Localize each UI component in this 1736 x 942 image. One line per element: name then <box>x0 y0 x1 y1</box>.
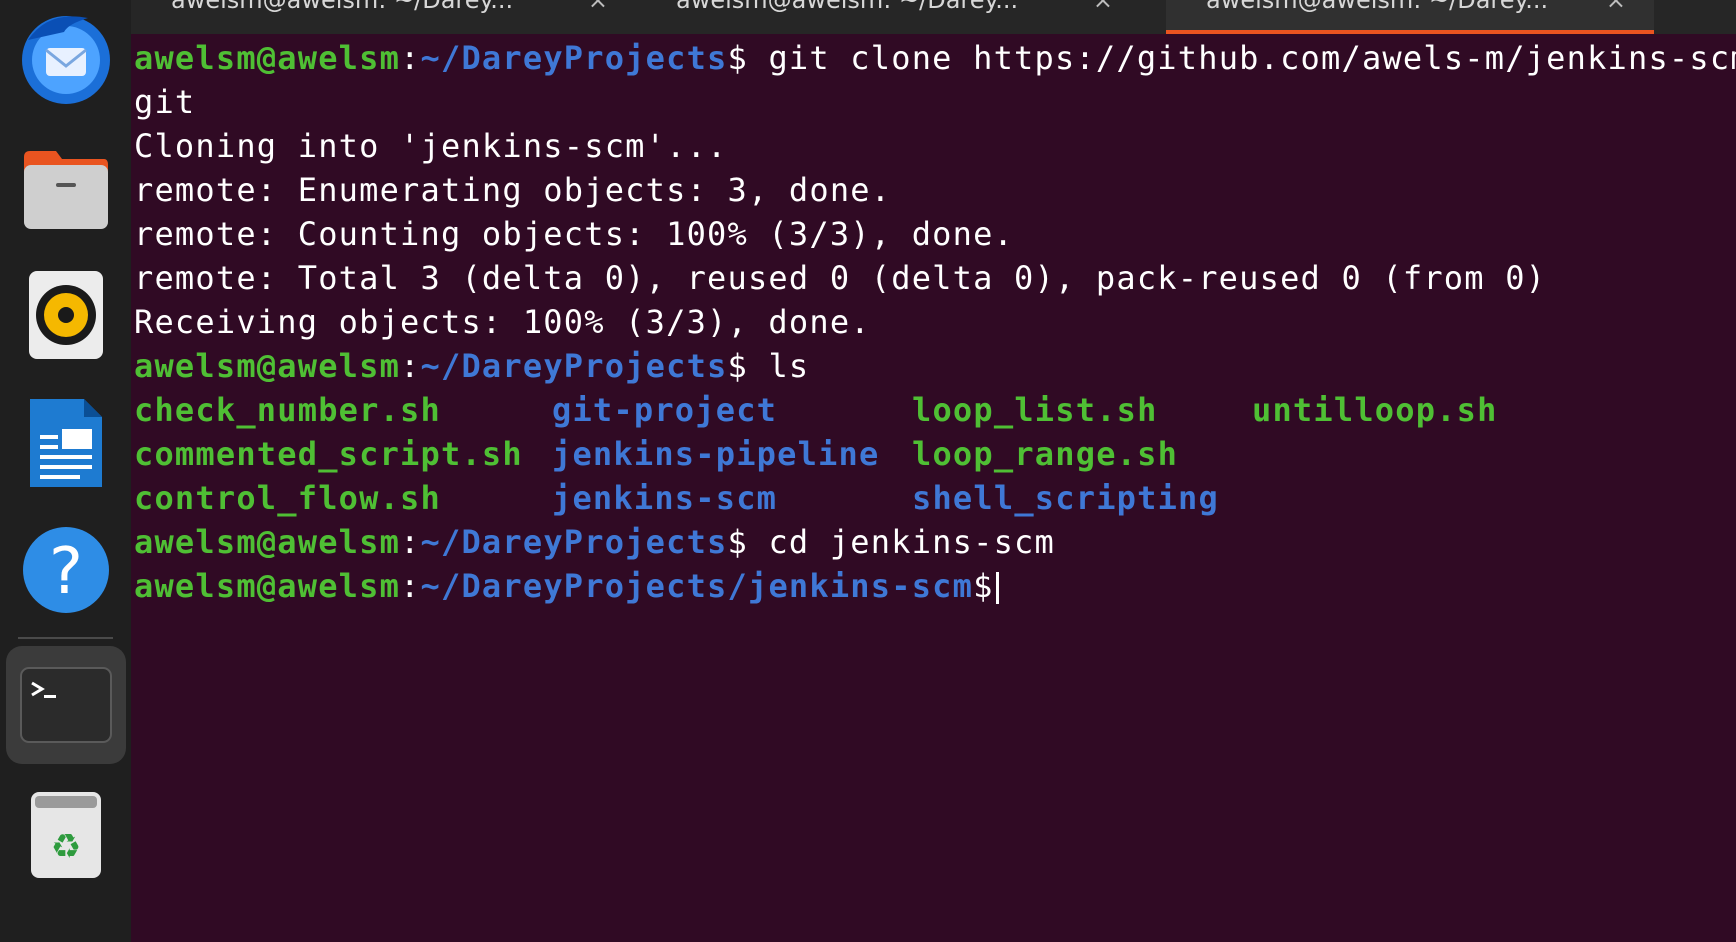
ls-entry-dir: jenkins-scm <box>552 479 778 517</box>
ls-entry-file: check_number.sh <box>134 391 441 429</box>
terminal-line: awelsm@awelsm:~/DareyProjects$ ls <box>134 344 1736 388</box>
prompt-user: awelsm@awelsm <box>134 39 401 77</box>
active-app-highlight <box>5 646 126 764</box>
output-text: remote: Total 3 (delta 0), reused 0 (del… <box>134 259 1547 297</box>
rhythmbox-icon <box>28 271 103 359</box>
svg-text:♻: ♻ <box>50 827 80 867</box>
terminal-line: awelsm@awelsm:~/DareyProjects$ git clone… <box>134 36 1736 80</box>
thunderbird-launcher[interactable] <box>0 8 131 108</box>
files-launcher[interactable] <box>0 140 131 240</box>
prompt-dollar: $ <box>727 523 748 561</box>
dock-separator <box>18 637 113 639</box>
prompt-dollar: $ <box>973 567 994 605</box>
ls-entry-file: control_flow.sh <box>134 479 441 517</box>
ls-entry-file: loop_range.sh <box>912 435 1179 473</box>
command-text: ls <box>747 347 810 385</box>
output-text: Cloning into 'jenkins-scm'... <box>134 127 728 165</box>
prompt-user: awelsm@awelsm <box>134 523 401 561</box>
svg-text:?: ? <box>49 535 83 609</box>
command-text: cd jenkins-scm <box>747 523 1055 561</box>
terminal-launcher[interactable] <box>0 645 131 765</box>
rhythmbox-launcher[interactable] <box>0 265 131 365</box>
terminal-tab-2[interactable]: awelsm@awelsm: ~/Darey... × <box>636 0 1141 34</box>
terminal-tab-bar: awelsm@awelsm: ~/Darey... × awelsm@awels… <box>131 0 1736 34</box>
prompt-colon: : <box>400 39 421 77</box>
tab-label: awelsm@awelsm: ~/Darey... <box>171 0 514 14</box>
prompt-path: ~/DareyProjects <box>420 347 728 385</box>
dock: ? ♻ <box>0 0 131 942</box>
help-icon: ? <box>22 527 109 613</box>
tab-label: awelsm@awelsm: ~/Darey... <box>1206 0 1549 14</box>
ls-entry-file: loop_list.sh <box>912 391 1158 429</box>
trash-launcher[interactable]: ♻ <box>0 785 131 885</box>
close-icon[interactable]: × <box>588 0 608 14</box>
ls-entry-file: untilloop.sh <box>1252 391 1498 429</box>
ls-entry-dir: jenkins-pipeline <box>552 435 880 473</box>
prompt-dollar: $ <box>727 347 748 385</box>
tab-label: awelsm@awelsm: ~/Darey... <box>676 0 1019 14</box>
ls-entry-dir: shell_scripting <box>912 479 1219 517</box>
command-text: git clone https://github.com/awels-m/jen… <box>747 39 1736 77</box>
terminal-line: Receiving objects: 100% (3/3), done. <box>134 300 1736 344</box>
terminal-line: remote: Counting objects: 100% (3/3), do… <box>134 212 1736 256</box>
ls-output-row: control_flow.sh jenkins-scm shell_script… <box>134 476 1736 520</box>
close-icon[interactable]: × <box>1606 0 1626 14</box>
prompt-user: awelsm@awelsm <box>134 347 401 385</box>
ls-entry-file: commented_script.sh <box>134 435 523 473</box>
prompt-dollar: $ <box>727 39 748 77</box>
ls-entry-dir: git-project <box>552 391 778 429</box>
writer-icon <box>29 399 102 487</box>
files-icon <box>23 151 108 229</box>
output-text: Receiving objects: 100% (3/3), done. <box>134 303 871 341</box>
terminal-output[interactable]: awelsm@awelsm:~/DareyProjects$ git clone… <box>134 36 1736 942</box>
thunderbird-icon <box>21 16 110 104</box>
writer-launcher[interactable] <box>0 393 131 493</box>
close-icon[interactable]: × <box>1093 0 1113 14</box>
prompt-colon: : <box>400 523 421 561</box>
terminal-line: remote: Enumerating objects: 3, done. <box>134 168 1736 212</box>
output-text: remote: Counting objects: 100% (3/3), do… <box>134 215 1015 253</box>
terminal-tab-3[interactable]: awelsm@awelsm: ~/Darey... × <box>1166 0 1654 34</box>
help-launcher[interactable]: ? <box>0 520 131 620</box>
terminal-line: Cloning into 'jenkins-scm'... <box>134 124 1736 168</box>
prompt-path: ~/DareyProjects/jenkins-scm <box>420 567 974 605</box>
trash-icon: ♻ <box>30 792 101 878</box>
terminal-line: awelsm@awelsm:~/DareyProjects/jenkins-sc… <box>134 564 1736 608</box>
terminal-tab-1[interactable]: awelsm@awelsm: ~/Darey... × <box>131 0 636 34</box>
prompt-path: ~/DareyProjects <box>420 523 728 561</box>
text-cursor <box>995 572 999 604</box>
prompt-user: awelsm@awelsm <box>134 567 401 605</box>
terminal-icon <box>19 667 112 743</box>
ls-output-row: commented_script.sh jenkins-pipeline loo… <box>134 432 1736 476</box>
terminal-line: awelsm@awelsm:~/DareyProjects$ cd jenkin… <box>134 520 1736 564</box>
command-wrap-text: git <box>134 83 196 121</box>
terminal-line: git <box>134 80 1736 124</box>
prompt-path: ~/DareyProjects <box>420 39 728 77</box>
ls-output-row: check_number.sh git-project loop_list.sh… <box>134 388 1736 432</box>
output-text: remote: Enumerating objects: 3, done. <box>134 171 892 209</box>
terminal-line: remote: Total 3 (delta 0), reused 0 (del… <box>134 256 1736 300</box>
prompt-colon: : <box>400 347 421 385</box>
prompt-colon: : <box>400 567 421 605</box>
